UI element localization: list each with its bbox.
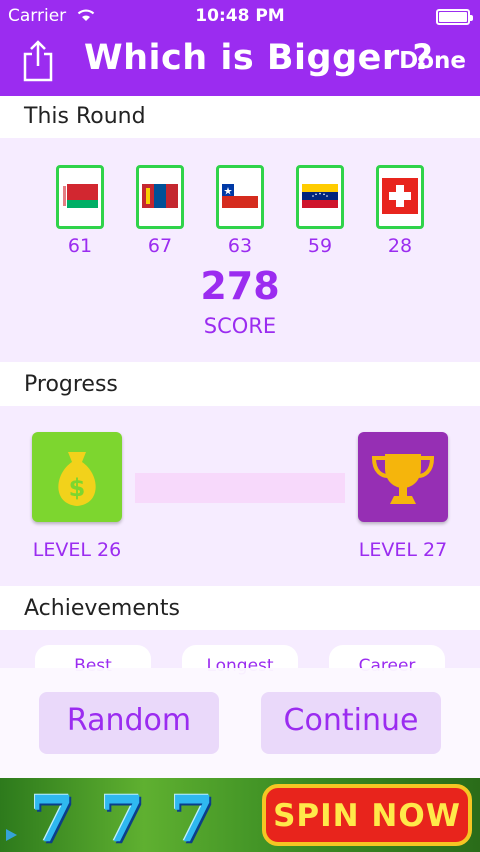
section-title-achievements: Achievements: [24, 596, 180, 621]
ad-banner[interactable]: 7 7 7 SPIN NOW: [0, 778, 480, 852]
done-button[interactable]: Done: [399, 48, 466, 74]
flag-item-chile: 63: [216, 165, 264, 257]
score-label: SCORE: [203, 314, 277, 338]
section-title-progress: Progress: [24, 372, 118, 397]
money-bag-icon: $: [32, 432, 122, 522]
continue-button[interactable]: Continue: [261, 692, 441, 754]
switzerland-flag-icon: [376, 165, 424, 229]
flag-value: 61: [67, 235, 93, 257]
trophy-icon: [358, 432, 448, 522]
page-title: Which is Bigger ?: [84, 38, 434, 78]
flag-value: 63: [227, 235, 253, 257]
belarus-flag-icon: [56, 165, 104, 229]
flag-item-venezuela: 59: [296, 165, 344, 257]
flag-value: 67: [147, 235, 173, 257]
flag-value: 28: [387, 235, 413, 257]
ad-seven: 7: [30, 782, 75, 852]
current-level-label: LEVEL 26: [32, 539, 122, 561]
section-header-round: This Round: [0, 96, 480, 138]
mongolia-flag-icon: [136, 165, 184, 229]
next-level-label: LEVEL 27: [358, 539, 448, 561]
section-title-round: This Round: [24, 104, 146, 129]
score-value: 278: [200, 264, 280, 308]
navigation-bar: Carrier 10:48 PM Which is Bigger ? Done: [0, 0, 480, 96]
flag-value: 59: [307, 235, 333, 257]
ad-seven: 7: [170, 782, 215, 852]
clock: 10:48 PM: [195, 6, 285, 26]
section-header-progress: Progress: [0, 362, 480, 406]
status-bar: Carrier 10:48 PM: [0, 0, 480, 34]
battery-icon: [436, 9, 473, 25]
ad-seven: 7: [100, 782, 145, 852]
chile-flag-icon: [216, 165, 264, 229]
ad-spin-now-button[interactable]: SPIN NOW: [262, 784, 472, 846]
flag-item-belarus: 61: [56, 165, 104, 257]
level-progress-bar: [135, 473, 345, 503]
venezuela-flag-icon: [296, 165, 344, 229]
section-header-achievements: Achievements: [0, 586, 480, 630]
share-icon[interactable]: [22, 40, 54, 82]
flag-item-switzerland: 28: [376, 165, 424, 257]
flag-item-mongolia: 67: [136, 165, 184, 257]
svg-text:$: $: [69, 474, 86, 502]
random-button[interactable]: Random: [39, 692, 219, 754]
ad-choices-icon[interactable]: [2, 826, 20, 844]
